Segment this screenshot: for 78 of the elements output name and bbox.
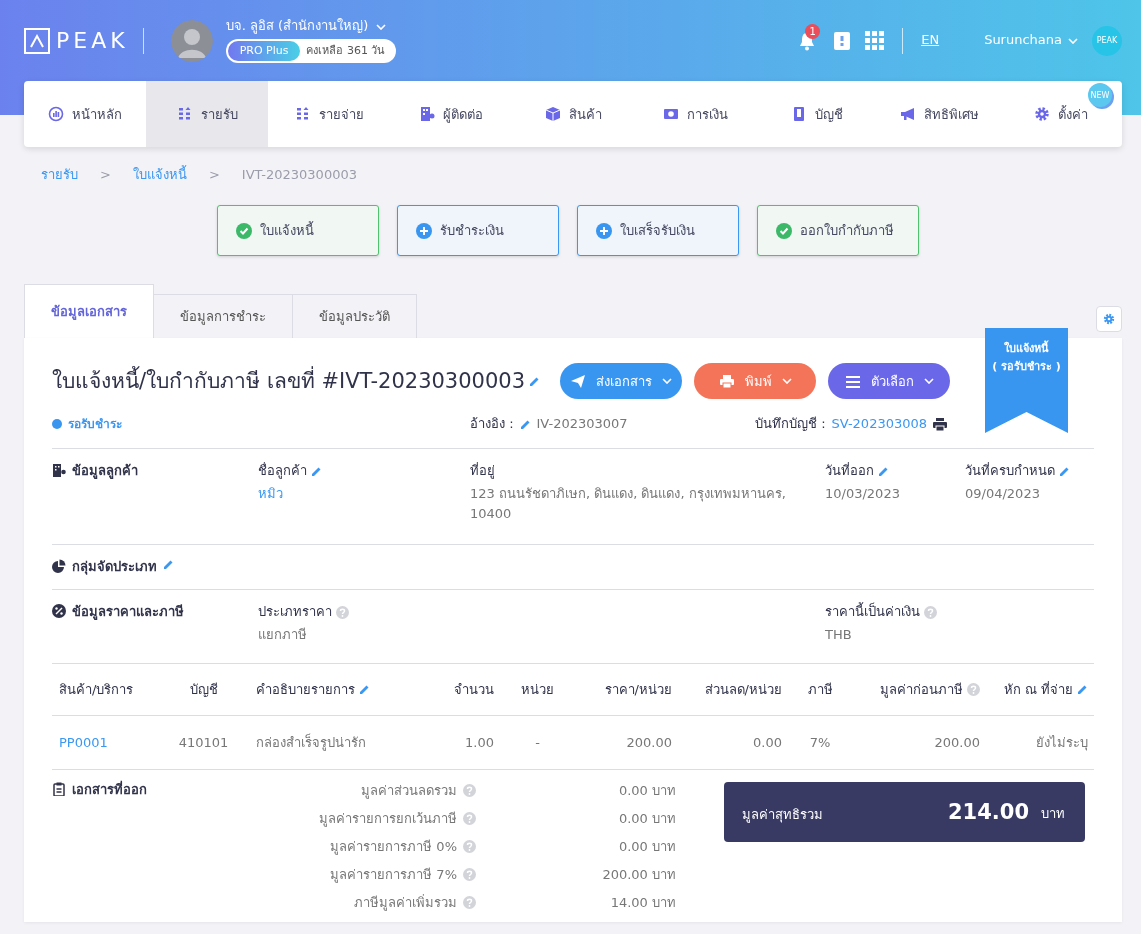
summary-label: มูลค่ารายการภาษี 0% — [330, 838, 457, 855]
column-header: สินค้า/บริการ — [59, 681, 134, 698]
section-heading: ข้อมูลลูกค้า — [72, 463, 138, 480]
field-value: 123 ถนนรัชดาภิเษก, ดินแดง, ดินแดง, กรุงเทพมหานคร, 10400 — [470, 484, 787, 523]
column-header: ภาษี — [807, 681, 833, 698]
ribbon-text: ใบแจ้งหนี้ — [1004, 342, 1049, 356]
nav-tab[interactable]: รายรับ — [146, 81, 268, 147]
column-header: มูลค่าก่อนภาษี — [880, 681, 963, 698]
total-amount: 214.00 — [947, 799, 1029, 826]
total-unit: บาท — [1041, 805, 1065, 823]
nav-tab[interactable]: บัญชี — [756, 81, 878, 147]
remaining-days: คงเหลือ 361 วัน — [300, 43, 386, 58]
breadcrumb-separator: > — [100, 167, 111, 184]
summary-value: 0.00 บาท — [618, 838, 676, 855]
tab[interactable]: ข้อมูลเอกสาร — [24, 284, 154, 338]
column-header: ราคา/หน่วย — [604, 681, 672, 698]
summary-label: มูลค่ารายการภาษี 7% — [330, 866, 457, 883]
document-title: ใบแจ้งหนี้/ใบกำกับภาษี เลขที่ #IVT-20230300003 — [52, 367, 526, 395]
column-header: บัญชี — [189, 681, 218, 698]
field-label: ที่อยู่ — [470, 463, 495, 480]
breadcrumb-current: IVT-20230300003 — [241, 167, 357, 184]
new-badge: NEW — [1088, 83, 1112, 107]
column-header: หัก ณ ที่จ่าย — [1003, 681, 1073, 698]
table-cell: 0.00 — [753, 734, 782, 751]
nav-tab[interactable]: หน้าหลัก — [24, 81, 146, 147]
table-cell: 1.00 — [465, 734, 494, 751]
nav-tab[interactable]: รายจ่าย — [268, 81, 390, 147]
nav-tab[interactable]: สินค้า — [512, 81, 634, 147]
field-value: THB — [825, 626, 853, 643]
summary-value: 0.00 บาท — [618, 782, 676, 799]
field-label: ราคานี้เป็นค่าเงิน — [825, 604, 920, 621]
table-cell: 410101 — [178, 734, 229, 751]
column-header: คำอธิบายรายการ — [256, 681, 355, 698]
workflow-step-button[interactable]: รับชำระเงิน — [396, 205, 559, 256]
field-value: แยกภาษี — [258, 626, 308, 643]
field-label: วันที่ครบกำหนด — [965, 463, 1055, 480]
nav-tab[interactable]: สิทธิพิเศษ — [878, 81, 1000, 147]
field-label: บันทึกบัญชี : — [755, 416, 826, 433]
tab[interactable]: ข้อมูลประวัติ — [292, 294, 417, 338]
total-label: มูลค่าสุทธิรวม — [742, 806, 824, 824]
field-value: 10/03/2023 — [825, 485, 901, 502]
table-cell: 200.00 — [626, 734, 672, 751]
column-header: จำนวน — [454, 681, 494, 698]
column-header: ส่วนลด/หน่วย — [704, 681, 782, 698]
table-cell: ยังไม่ระบุ — [1036, 734, 1088, 751]
notification-badge: 1 — [805, 23, 821, 39]
plan-badge: PRO Plus — [227, 40, 301, 61]
field-label: ชื่อลูกค้า — [258, 463, 307, 480]
table-cell: กล่องสำเร็จรูปน่ารัก — [256, 734, 366, 751]
summary-value: 14.00 บาท — [610, 894, 676, 911]
table-cell: - — [535, 734, 540, 751]
action-button[interactable]: ตัวเลือก — [828, 363, 951, 399]
logo-text: PEAK — [56, 26, 129, 55]
workflow-step-button[interactable]: ออกใบกำกับภาษี — [756, 205, 919, 256]
summary-value: 200.00 บาท — [602, 866, 676, 883]
summary-value: 0.00 บาท — [618, 810, 676, 827]
field-label: วันที่ออก — [825, 463, 874, 480]
status-text: รอรับชำระ — [68, 416, 122, 432]
column-header: หน่วย — [521, 681, 554, 698]
nav-tab[interactable]: ตั้งค่า NEW — [1000, 81, 1122, 147]
table-cell: 7% — [809, 734, 831, 751]
breadcrumb-separator: > — [208, 167, 220, 184]
summary-label: ภาษีมูลค่าเพิ่มรวม — [354, 894, 457, 911]
workflow-step-button[interactable]: ใบเสร็จรับเงิน — [576, 205, 739, 256]
section-heading: ข้อมูลราคาและภาษี — [72, 604, 184, 621]
field-label: อ้างอิง : — [470, 416, 514, 433]
workflow-step-button[interactable]: ใบแจ้งหนี้ — [216, 205, 379, 256]
summary-label: มูลค่าส่วนลดรวม — [361, 782, 457, 799]
field-label: ประเภทราคา — [258, 604, 332, 621]
table-cell: 200.00 — [934, 734, 980, 751]
summary-label: มูลค่ารายการยกเว้นภาษี — [319, 810, 457, 827]
section-heading: กลุ่มจัดประเภท — [72, 559, 157, 576]
reference-number: IV-202303007 — [536, 416, 628, 433]
nav-tab[interactable]: การเงิน — [634, 81, 756, 147]
nav-tab[interactable]: ผู้ติดต่อ — [390, 81, 512, 147]
section-heading: เอกสารที่ออก — [72, 782, 147, 799]
field-value: 09/04/2023 — [965, 485, 1041, 502]
ribbon-text: ( รอรับชำระ ) — [992, 359, 1061, 374]
